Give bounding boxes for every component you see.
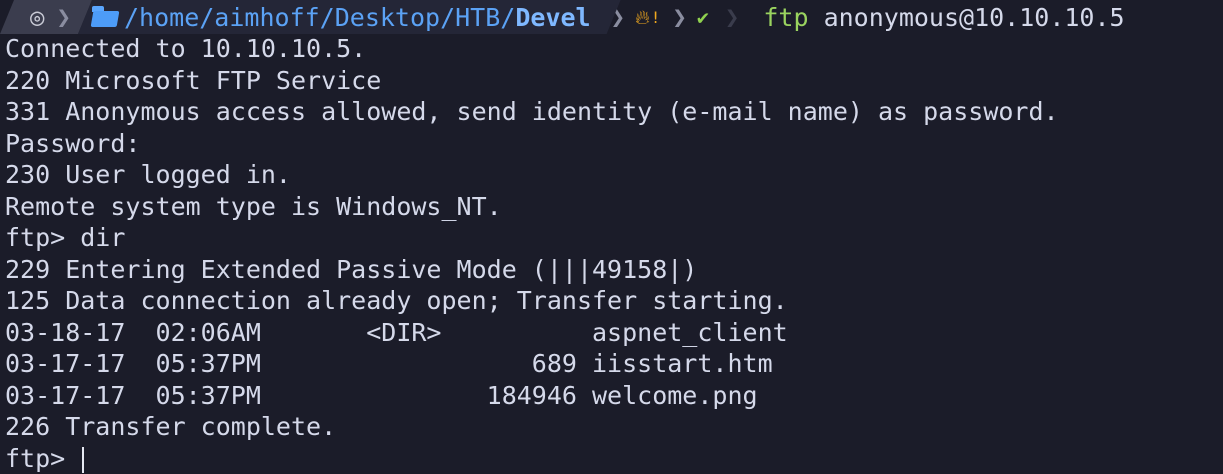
output-line: 220 Microsoft FTP Service <box>5 65 1059 97</box>
command-line: ftp anonymous@10.10.10.5 <box>763 3 1124 32</box>
text-cursor[interactable] <box>82 447 84 473</box>
current-path: /home/aimhoff/Desktop/HTB/Devel <box>124 3 591 32</box>
output-line: 03-17-17 05:37PM 689 iisstart.htm <box>5 348 1059 380</box>
output-line: 331 Anonymous access allowed, send ident… <box>5 96 1059 128</box>
chevron-right-icon: ❯ <box>725 3 739 31</box>
checkmark-icon: ✔ <box>697 5 709 29</box>
output-line: Remote system type is Windows_NT. <box>5 191 1059 223</box>
exit-status-segment: ❯ ✔ ❯ <box>672 0 739 34</box>
output-line: 03-18-17 02:06AM <DIR> aspnet_client <box>5 317 1059 349</box>
folder-open-icon <box>92 6 120 28</box>
output-line: Connected to 10.10.10.5. <box>5 33 1059 65</box>
path-segment: /home/aimhoff/Desktop/HTB/Devel <box>78 0 621 34</box>
command-argument: anonymous@10.10.10.5 <box>824 3 1125 32</box>
chevron-right-icon: ❯ <box>56 3 70 31</box>
fire-icon: 🔥︎ <box>635 5 650 29</box>
exclamation-icon: ! <box>651 8 661 27</box>
os-segment: ◎ ❯ <box>0 0 92 34</box>
output-line: 226 Transfer complete. <box>5 411 1059 443</box>
path-prefix: /home/aimhoff/Desktop/HTB/ <box>124 3 515 32</box>
output-line: 125 Data connection already open; Transf… <box>5 285 1059 317</box>
terminal-output: Connected to 10.10.10.5. 220 Microsoft F… <box>5 33 1059 474</box>
chevron-right-icon: ❯ <box>672 3 686 31</box>
output-line: ftp> dir <box>5 222 1059 254</box>
linux-distro-icon: ◎ <box>30 5 44 29</box>
shell-prompt: ◎ ❯ /home/aimhoff/Desktop/HTB/Devel ❯ 🔥︎… <box>0 0 1223 34</box>
terminal-window[interactable]: ◎ ❯ /home/aimhoff/Desktop/HTB/Devel ❯ 🔥︎… <box>0 0 1223 470</box>
output-line: 229 Entering Extended Passive Mode (|||4… <box>5 254 1059 286</box>
output-line: 03-17-17 05:37PM 184946 welcome.png <box>5 380 1059 412</box>
output-line: Password: <box>5 128 1059 160</box>
command-name: ftp <box>763 3 808 32</box>
ftp-prompt: ftp> <box>5 444 80 473</box>
ftp-input-line[interactable]: ftp> <box>5 443 1059 474</box>
output-line: 230 User logged in. <box>5 159 1059 191</box>
path-current-dir: Devel <box>515 3 590 32</box>
